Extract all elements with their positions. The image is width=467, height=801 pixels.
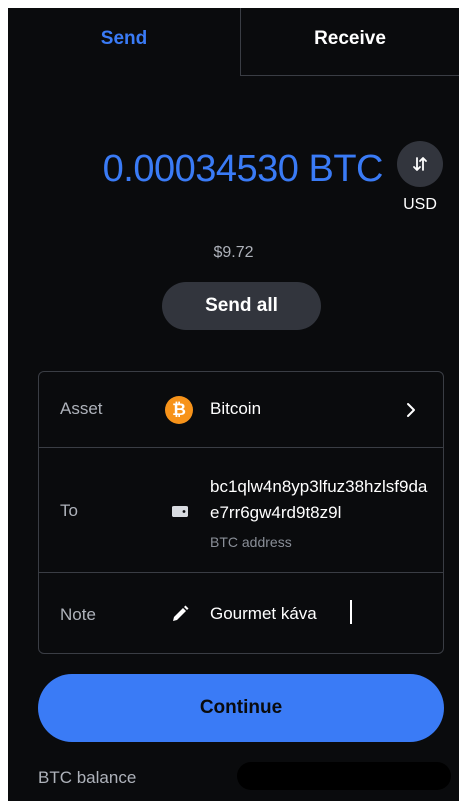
balance-label: BTC balance (38, 768, 137, 787)
balance-value-redacted (237, 762, 451, 790)
asset-row[interactable]: Asset ₿ Bitcoin (39, 372, 443, 448)
note-input[interactable] (210, 602, 420, 626)
asset-name: Bitcoin (210, 399, 262, 418)
send-screen: Send Receive 0.00034530 BTC USD $9.72 Se… (8, 8, 459, 801)
send-all-button[interactable]: Send all (162, 282, 321, 330)
recipient-row[interactable]: To bc1qlw4n8yp3lfuz38hzlsf9dae7rr6gw4rd9… (39, 448, 443, 573)
fiat-value: $9.72 (213, 244, 254, 261)
pencil-icon (173, 605, 189, 621)
chevron-right-icon (407, 403, 415, 417)
tab-bar: Send Receive (8, 8, 459, 76)
tab-send[interactable]: Send (8, 8, 240, 76)
asset-label: Asset (60, 399, 103, 418)
continue-button[interactable]: Continue (38, 674, 444, 742)
recipient-label: To (60, 501, 78, 520)
note-label: Note (60, 605, 96, 624)
tab-receive[interactable]: Receive (240, 8, 459, 76)
recipient-address: bc1qlw4n8yp3lfuz38hzlsf9dae7rr6gw4rd9t8z… (210, 477, 428, 522)
wallet-icon (172, 503, 188, 517)
send-form: Asset ₿ Bitcoin To bc1qlw4n8yp3lfuz38hzl… (38, 371, 444, 654)
bitcoin-icon: ₿ (165, 396, 193, 424)
address-type: BTC address (210, 534, 292, 550)
amount-display[interactable]: 0.00034530 BTC (8, 148, 384, 191)
swap-currency-button[interactable] (397, 141, 443, 187)
text-caret (350, 600, 352, 624)
note-row[interactable]: Note (39, 573, 443, 654)
swap-arrows-icon (413, 157, 427, 171)
swap-currency-label: USD (403, 196, 437, 213)
